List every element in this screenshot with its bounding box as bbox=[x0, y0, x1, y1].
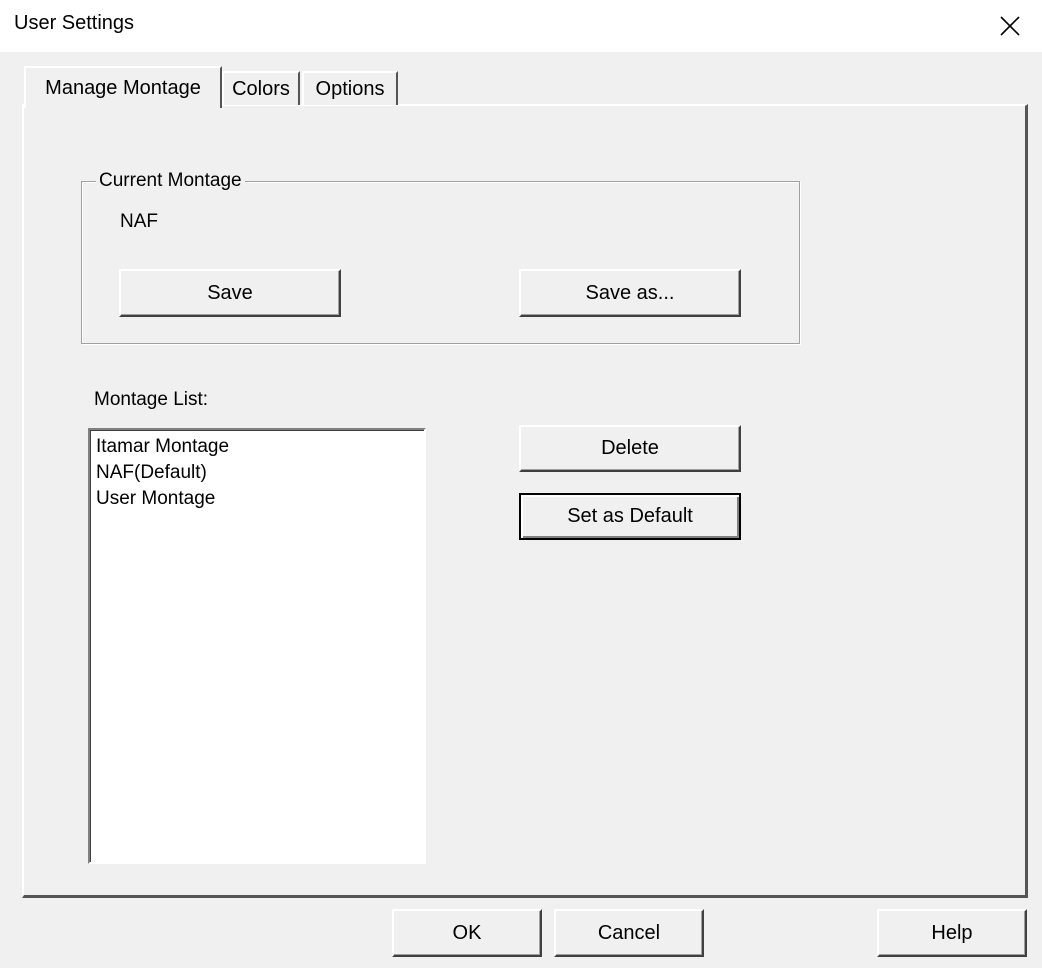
cancel-button[interactable]: Cancel bbox=[554, 909, 704, 957]
ok-button[interactable]: OK bbox=[392, 909, 542, 957]
tab-manage-montage[interactable]: Manage Montage bbox=[24, 66, 222, 108]
help-button[interactable]: Help bbox=[877, 909, 1027, 957]
save-button[interactable]: Save bbox=[119, 269, 341, 317]
list-item[interactable]: NAF(Default) bbox=[96, 460, 424, 486]
save-as-button[interactable]: Save as... bbox=[519, 269, 741, 317]
tab-colors[interactable]: Colors bbox=[222, 71, 300, 105]
current-montage-group bbox=[81, 181, 800, 344]
current-montage-group-label: Current Montage bbox=[96, 170, 245, 192]
tab-options[interactable]: Options bbox=[302, 71, 398, 105]
user-settings-dialog: User Settings Manage Montage Colors Opti… bbox=[0, 0, 1042, 968]
close-button[interactable] bbox=[978, 0, 1042, 52]
list-item[interactable]: User Montage bbox=[96, 486, 424, 512]
close-icon bbox=[1000, 16, 1020, 36]
delete-button[interactable]: Delete bbox=[519, 425, 741, 472]
current-montage-name: NAF bbox=[120, 211, 158, 232]
montage-list-label: Montage List: bbox=[94, 389, 209, 410]
title-bar: User Settings bbox=[0, 0, 1042, 52]
montage-listbox[interactable]: Itamar Montage NAF(Default) User Montage bbox=[88, 428, 426, 864]
window-title: User Settings bbox=[14, 12, 135, 34]
set-as-default-button[interactable]: Set as Default bbox=[519, 493, 741, 540]
list-item[interactable]: Itamar Montage bbox=[96, 434, 424, 460]
